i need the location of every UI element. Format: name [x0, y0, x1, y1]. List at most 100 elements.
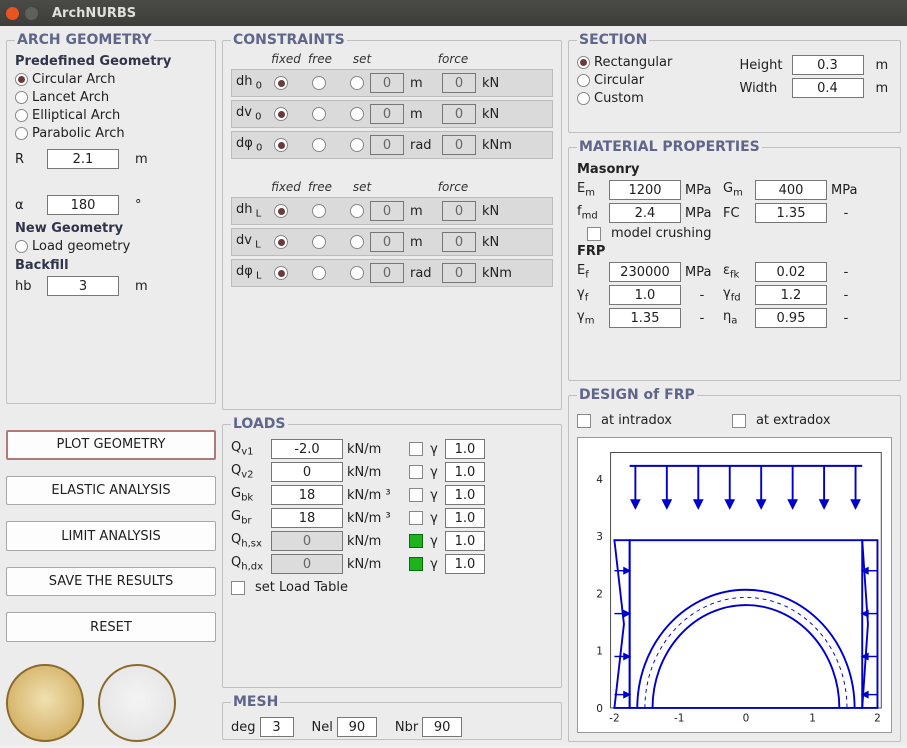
- load-gamma-input[interactable]: 1.0: [445, 508, 485, 528]
- radio-custom[interactable]: Custom: [577, 91, 730, 106]
- load-checkbox[interactable]: [409, 511, 423, 525]
- R-input[interactable]: 2.1: [47, 149, 119, 169]
- fmd-input[interactable]: 2.4: [609, 203, 681, 223]
- load-value-input[interactable]: 0: [271, 554, 343, 574]
- constraint-set-input[interactable]: 0: [370, 104, 404, 124]
- close-icon[interactable]: [6, 7, 19, 20]
- constraint-set-radio[interactable]: [350, 235, 364, 249]
- constraint-free-radio[interactable]: [312, 107, 326, 121]
- constraint-set-input[interactable]: 0: [370, 135, 404, 155]
- constraint-free-radio[interactable]: [312, 204, 326, 218]
- load-value-input[interactable]: 0: [271, 462, 343, 482]
- constraint-set-radio[interactable]: [350, 204, 364, 218]
- load-value-input[interactable]: -2.0: [271, 439, 343, 459]
- load-value-input[interactable]: 18: [271, 485, 343, 505]
- load-gamma-input[interactable]: 1.0: [445, 485, 485, 505]
- hb-unit: m: [135, 279, 148, 294]
- load-label: Gbr: [231, 509, 267, 527]
- plot-geometry-button[interactable]: PLOT GEOMETRY: [6, 430, 216, 460]
- svg-text:0: 0: [596, 703, 603, 715]
- constraint-force-input[interactable]: 0: [442, 232, 476, 252]
- radio-circular[interactable]: Circular Arch: [15, 72, 207, 87]
- radio-lancet[interactable]: Lancet Arch: [15, 90, 207, 105]
- constraint-fixed-radio[interactable]: [274, 76, 288, 90]
- load-gamma-input[interactable]: 1.0: [445, 439, 485, 459]
- etaa-input[interactable]: 0.95: [755, 308, 827, 328]
- constraint-fixed-radio[interactable]: [274, 235, 288, 249]
- gamm-input[interactable]: 1.35: [609, 308, 681, 328]
- constraint-force-input[interactable]: 0: [442, 73, 476, 93]
- width-unit: m: [876, 81, 889, 96]
- constraint-free-radio[interactable]: [312, 138, 326, 152]
- mesh-panel: MESH deg 3 Nel 90 Nbr 90: [222, 694, 562, 740]
- Gm-input[interactable]: 400: [755, 180, 827, 200]
- constraint-fixed-radio[interactable]: [274, 107, 288, 121]
- load-value-input[interactable]: 18: [271, 508, 343, 528]
- constraint-free-radio[interactable]: [312, 235, 326, 249]
- nel-input[interactable]: 90: [337, 717, 377, 737]
- constraint-set-input[interactable]: 0: [370, 201, 404, 221]
- load-gamma-input[interactable]: 1.0: [445, 462, 485, 482]
- gamf-input[interactable]: 1.0: [609, 285, 681, 305]
- constraint-set-radio[interactable]: [350, 76, 364, 90]
- load-checkbox[interactable]: [409, 488, 423, 502]
- constraint-force-input[interactable]: 0: [442, 201, 476, 221]
- svg-text:4: 4: [596, 474, 603, 486]
- height-input[interactable]: 0.3: [792, 55, 864, 75]
- deg-label: deg: [231, 720, 256, 735]
- limit-analysis-button[interactable]: LIMIT ANALYSIS: [6, 521, 216, 551]
- width-input[interactable]: 0.4: [792, 78, 864, 98]
- svg-text:0: 0: [743, 712, 750, 724]
- constraint-free-radio[interactable]: [312, 76, 326, 90]
- load-value-input[interactable]: 0: [271, 531, 343, 551]
- save-results-button[interactable]: SAVE THE RESULTS: [6, 567, 216, 597]
- constraint-set-radio[interactable]: [350, 266, 364, 280]
- constraint-fixed-radio[interactable]: [274, 266, 288, 280]
- minimize-icon[interactable]: [25, 7, 38, 20]
- constraint-fixed-radio[interactable]: [274, 204, 288, 218]
- load-gamma-input[interactable]: 1.0: [445, 554, 485, 574]
- constraint-set-input[interactable]: 0: [370, 263, 404, 283]
- load-gamma-input[interactable]: 1.0: [445, 531, 485, 551]
- reset-button[interactable]: RESET: [6, 612, 216, 642]
- efk-input[interactable]: 0.02: [755, 262, 827, 282]
- radio-elliptical[interactable]: Elliptical Arch: [15, 108, 207, 123]
- elastic-analysis-button[interactable]: ELASTIC ANALYSIS: [6, 476, 216, 506]
- svg-text:3: 3: [596, 531, 603, 543]
- constraint-force-input[interactable]: 0: [442, 135, 476, 155]
- alpha-input[interactable]: 180: [47, 195, 119, 215]
- gamfd-input[interactable]: 1.2: [755, 285, 827, 305]
- model-crushing-checkbox[interactable]: [587, 227, 601, 241]
- constraint-row-0-1: dv 00m0kN: [231, 100, 553, 128]
- constraint-row-L-0: dh L0m0kN: [231, 197, 553, 225]
- deg-input[interactable]: 3: [260, 717, 294, 737]
- R-label: R: [15, 152, 43, 167]
- radio-rectangular[interactable]: Rectangular: [577, 55, 730, 70]
- load-checkbox[interactable]: [409, 442, 423, 456]
- constraint-set-radio[interactable]: [350, 107, 364, 121]
- FC-input[interactable]: 1.35: [755, 203, 827, 223]
- intradox-checkbox[interactable]: [577, 414, 591, 428]
- Em-input[interactable]: 1200: [609, 180, 681, 200]
- extradox-checkbox[interactable]: [732, 414, 746, 428]
- load-label: Qv1: [231, 440, 267, 458]
- nbr-input[interactable]: 90: [422, 717, 462, 737]
- constraint-set-input[interactable]: 0: [370, 73, 404, 93]
- hb-input[interactable]: 3: [47, 276, 119, 296]
- svg-text:2: 2: [596, 588, 603, 600]
- constraint-force-input[interactable]: 0: [442, 104, 476, 124]
- set-load-table-checkbox[interactable]: [231, 581, 245, 595]
- design-frp-legend: DESIGN of FRP: [577, 387, 697, 403]
- constraint-fixed-radio[interactable]: [274, 138, 288, 152]
- load-checkbox[interactable]: [409, 465, 423, 479]
- constraint-free-radio[interactable]: [312, 266, 326, 280]
- Ef-input[interactable]: 230000: [609, 262, 681, 282]
- radio-icon: [15, 109, 28, 122]
- radio-circular-sec[interactable]: Circular: [577, 73, 730, 88]
- constraint-force-input[interactable]: 0: [442, 263, 476, 283]
- constraint-set-radio[interactable]: [350, 138, 364, 152]
- FC-label: FC: [723, 206, 751, 221]
- radio-parabolic[interactable]: Parabolic Arch: [15, 126, 207, 141]
- constraint-set-input[interactable]: 0: [370, 232, 404, 252]
- radio-load-geometry[interactable]: Load geometry: [15, 239, 207, 254]
